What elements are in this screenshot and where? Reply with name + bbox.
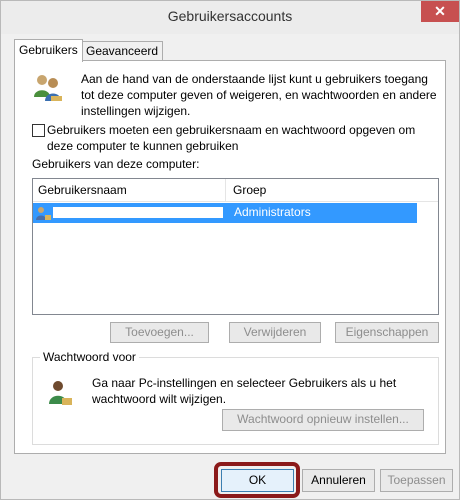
window-title: Gebruikersaccounts: [167, 8, 293, 24]
password-groupbox-title: Wachtwoord voor: [40, 350, 139, 364]
tab-panel-users: Aan de hand van de onderstaande lijst ku…: [14, 60, 446, 454]
add-user-button[interactable]: Toevoegen...: [110, 322, 209, 343]
column-header-group[interactable]: Groep: [233, 183, 266, 197]
intro-text: Aan de hand van de onderstaande lijst ku…: [81, 72, 437, 118]
users-list-header: Gebruikersnaam Groep: [33, 179, 438, 202]
users-list-label: Gebruikers van deze computer:: [32, 157, 200, 171]
close-icon: ✕: [434, 3, 446, 19]
user-icon: [36, 207, 51, 220]
user-group: Administrators: [234, 205, 311, 219]
column-header-username[interactable]: Gebruikersnaam: [38, 183, 127, 197]
users-list[interactable]: Gebruikersnaam Groep Administrators: [32, 178, 439, 315]
remove-user-button[interactable]: Verwijderen: [229, 322, 321, 343]
password-info-text: Ga naar Pc-instellingen en selecteer Geb…: [92, 376, 397, 406]
highlight-annotation: [214, 462, 300, 498]
reset-password-button[interactable]: Wachtwoord opnieuw instellen...: [222, 409, 424, 431]
properties-button[interactable]: Eigenschappen: [335, 322, 439, 343]
require-login-checkbox[interactable]: [32, 124, 45, 137]
cancel-button[interactable]: Annuleren: [302, 469, 375, 492]
redacted-username: [53, 207, 223, 218]
user-accounts-window: Gebruikersaccounts ✕ Gebruikers Geavance…: [0, 0, 460, 500]
close-button[interactable]: ✕: [421, 1, 459, 22]
user-row[interactable]: Administrators: [33, 203, 417, 223]
tab-users[interactable]: Gebruikers: [14, 39, 83, 62]
require-login-label[interactable]: Gebruikers moeten een gebruikersnaam en …: [47, 122, 437, 154]
apply-button[interactable]: Toepassen: [380, 469, 453, 492]
user-key-icon: [49, 381, 72, 405]
tab-advanced[interactable]: Geavanceerd: [81, 41, 164, 60]
title-bar: Gebruikersaccounts ✕: [1, 1, 459, 34]
column-divider[interactable]: [225, 179, 226, 201]
users-icon: [34, 75, 62, 101]
